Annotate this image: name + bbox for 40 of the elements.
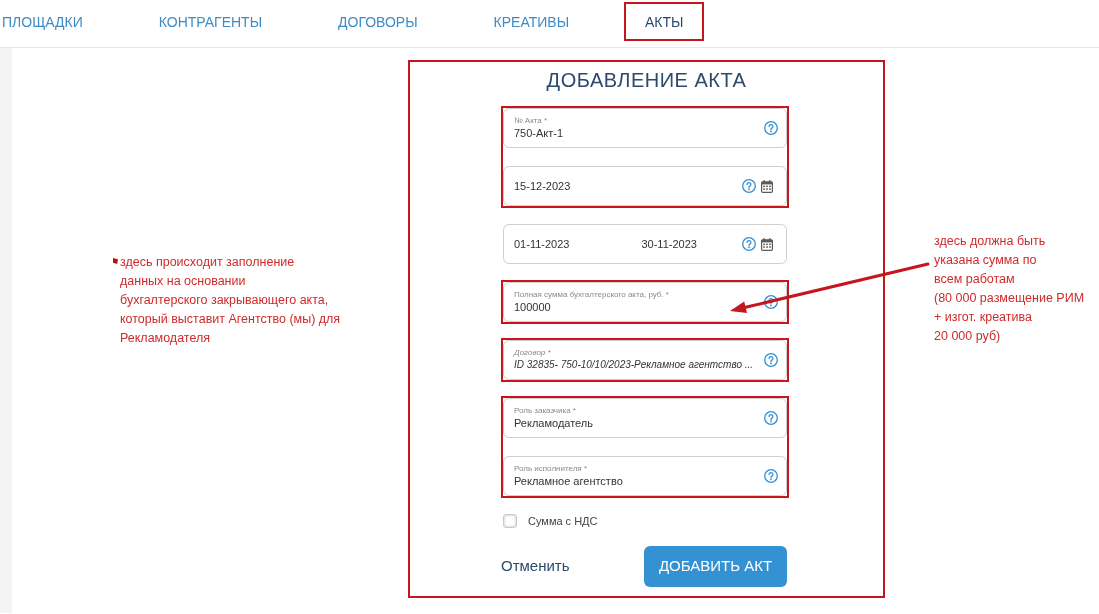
nav-tab[interactable]: ПЛОЩАДКИ xyxy=(0,2,104,41)
field-label: Роль заказчика * xyxy=(514,406,576,416)
help-icon[interactable] xyxy=(742,179,756,193)
date-field[interactable]: 15-12-2023 xyxy=(503,166,787,206)
field-value: ID 32835- 750-10/10/2023-Рекламное агентство ... xyxy=(514,358,754,372)
field-value: Рекламное агентство xyxy=(514,474,623,488)
annotation-note: здесь происходит заполнение данных на основании бухгалтерского закрывающего акта, который выставит Агентство (мы) для Рекламодателя xyxy=(120,254,341,347)
nav-tab[interactable]: КРЕАТИВЫ xyxy=(472,2,591,41)
select-field[interactable]: Договор * ID 32835- 750-10/10/2023-Рекламное агентство ... xyxy=(503,340,787,380)
field-label: № Акта * xyxy=(514,116,548,126)
form-title: ДОБАВЛЕНИЕ АКТА xyxy=(545,68,748,92)
input-field[interactable]: Полная сумма бухгалтерского акта, руб. * 100000 xyxy=(503,282,787,322)
field-value: 750-Акт-1 xyxy=(514,126,564,140)
date-field[interactable]: 01-11-2023 30-11-2023 xyxy=(503,224,787,264)
nav-tab[interactable]: КОНТРАГЕНТЫ xyxy=(137,2,284,41)
input-field[interactable]: № Акта * 750-Акт-1 xyxy=(503,108,787,148)
checkbox-label[interactable]: Сумма с НДС xyxy=(528,513,598,530)
date-value: 01-11-2023 xyxy=(514,237,570,251)
field-label: Договор * xyxy=(514,348,551,358)
date-value: 15-12-2023 xyxy=(514,179,571,193)
nav-tab[interactable]: ДОГОВОРЫ xyxy=(317,2,439,41)
help-icon[interactable] xyxy=(742,237,756,251)
input-field[interactable]: Роль исполнителя * Рекламное агентство xyxy=(503,456,787,496)
calendar-icon[interactable] xyxy=(761,179,773,193)
field-value: 100000 xyxy=(514,300,551,314)
date-value: 30-11-2023 xyxy=(641,237,697,251)
field-label: Полная сумма бухгалтерского акта, руб. * xyxy=(514,290,669,300)
nav-tab[interactable]: АКТЫ xyxy=(624,2,705,41)
annotation-note: здесь должна быть указана сумма по всем работам (80 000 размещение РИМ + изгот. креатива 20 000 руб) xyxy=(934,233,1085,345)
input-field[interactable]: Роль заказчика * Рекламодатель xyxy=(503,398,787,438)
field-value: Рекламодатель xyxy=(514,416,593,430)
help-icon[interactable] xyxy=(764,121,778,135)
help-icon[interactable] xyxy=(764,295,778,309)
help-icon[interactable] xyxy=(764,353,778,367)
help-icon[interactable] xyxy=(764,469,778,483)
cancel-button[interactable]: Отменить xyxy=(501,554,570,578)
field-label: Роль исполнителя * xyxy=(514,464,588,474)
help-icon[interactable] xyxy=(764,411,778,425)
calendar-icon[interactable] xyxy=(761,237,773,251)
checkbox[interactable] xyxy=(503,514,517,529)
